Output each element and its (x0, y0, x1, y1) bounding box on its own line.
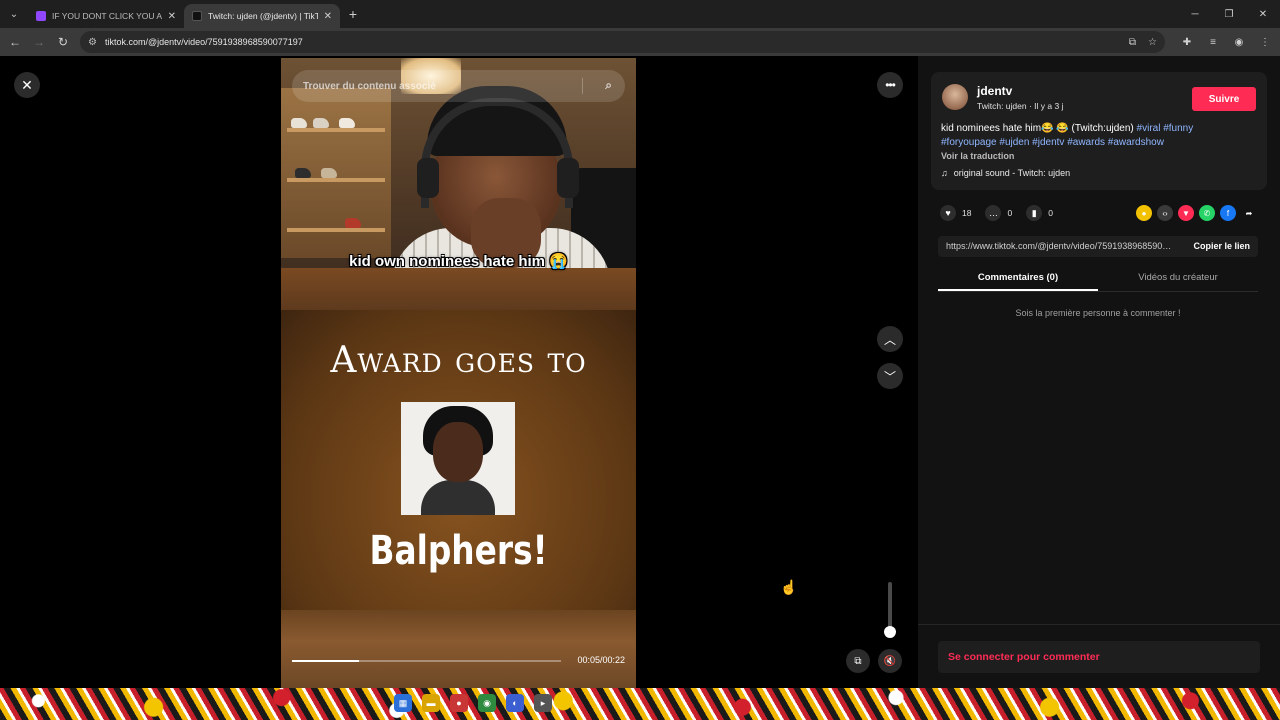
share-link-url[interactable]: https://www.tiktok.com/@jdentv/video/759… (946, 241, 1174, 251)
hashtags[interactable]: #viral #funny (1137, 123, 1194, 134)
tiktok-page: ✕ ••• kid own nominees hate him 😭 Award … (0, 56, 1280, 688)
whatsapp-icon[interactable]: ✆ (1199, 205, 1215, 221)
tab-twitch[interactable]: IF YOU DONT CLICK YOU A PO ✕ (28, 4, 184, 28)
tab-close-icon[interactable]: ✕ (324, 11, 332, 22)
chevron-up-icon[interactable]: ︿ (877, 326, 903, 352)
shoe-shelf (281, 88, 391, 258)
tab-title: IF YOU DONT CLICK YOU A PO (52, 11, 162, 21)
author-name[interactable]: jdentv (977, 84, 1012, 98)
tab-search-icon[interactable]: ⌄ (0, 0, 28, 28)
translate-link[interactable]: Voir la traduction (941, 151, 1014, 161)
coin-icon[interactable]: ● (1136, 205, 1152, 221)
browser-tab-bar: ⌄ IF YOU DONT CLICK YOU A PO ✕ Twitch: u… (0, 0, 1280, 28)
share-link-box: https://www.tiktok.com/@jdentv/video/759… (938, 236, 1258, 257)
restore-icon[interactable]: ❐ (1212, 0, 1246, 28)
comment-button[interactable]: … 0 (985, 205, 1012, 221)
bookmark-icon: ▮ (1026, 205, 1043, 221)
chrome-icon[interactable]: ◉ (478, 694, 496, 712)
empty-comments-message: Sois la première personne à commenter ! (1015, 308, 1181, 318)
comment-login-bar: Se connecter pour commenter (918, 624, 1280, 688)
video-caption: kid own nominees hate him 😭 (349, 253, 568, 270)
award-title: Award goes to (330, 340, 587, 381)
video-description: kid nominees hate him😂 😂 (Twitch:ujden) … (941, 122, 1259, 150)
more-icon[interactable]: ••• (877, 72, 903, 98)
app-icon[interactable]: ● (450, 694, 468, 712)
extensions-icon[interactable]: ✚ (1178, 37, 1196, 48)
details-panel: jdentv Twitch: ujden · Il y a 3 j Suivre… (918, 56, 1280, 688)
media-control-icon[interactable]: ≡ (1204, 37, 1222, 48)
start-icon[interactable]: ▦ (394, 694, 412, 712)
hashtags[interactable]: #foryoupage #ujden #jdentv #awards #awar… (941, 137, 1164, 148)
copy-link-button[interactable]: Copier le lien (1193, 241, 1250, 251)
sound-link[interactable]: ♫ original sound - Twitch: ujden (941, 168, 1070, 178)
facebook-icon[interactable]: f (1220, 205, 1236, 221)
install-app-icon[interactable]: ⧉ (1129, 37, 1136, 48)
engagement-bar: ♥ 18 … 0 ▮ 0 (940, 204, 1067, 222)
video-player[interactable]: kid own nominees hate him 😭 Award goes t… (281, 58, 636, 688)
profile-icon[interactable]: ◉ (1230, 37, 1248, 48)
bookmark-star-icon[interactable]: ☆ (1148, 37, 1157, 48)
browser-toolbar: ← → ↻ ⚙ tiktok.com/@jdentv/video/7591938… (0, 28, 1280, 56)
address-bar[interactable]: ⚙ tiktok.com/@jdentv/video/7591938968590… (80, 31, 1165, 53)
heart-icon: ♥ (940, 205, 956, 221)
progress-bar[interactable] (292, 660, 561, 662)
picture-in-picture-icon[interactable]: ⧉ (846, 649, 870, 673)
browser-menu-icon[interactable]: ⋮ (1256, 37, 1274, 48)
minimize-icon[interactable]: ─ (1178, 0, 1212, 28)
winner-photo (401, 402, 515, 515)
comment-count: 0 (1007, 208, 1013, 218)
search-placeholder: Trouver du contenu associé (303, 80, 436, 92)
tab-tiktok[interactable]: Twitch: ujden (@jdentv) | TikTok ✕ (184, 4, 340, 28)
related-search-input[interactable]: Trouver du contenu associé ⌕ (292, 70, 625, 102)
author-subline: Twitch: ujden · Il y a 3 j (977, 101, 1064, 111)
taskbar-apps: ▦ ▬ ● ◉ ◐ ▸ (394, 694, 552, 712)
share-options: ● ‹› ▼ ✆ f ➦ (1136, 205, 1257, 221)
window-close-icon[interactable]: ✕ (1246, 0, 1280, 28)
taskbar: ▦ ▬ ● ◉ ◐ ▸ (0, 688, 1280, 720)
award-scene: Award goes to Balphers! (281, 310, 636, 688)
new-tab-button[interactable]: + (340, 6, 366, 22)
back-icon[interactable]: ← (3, 30, 27, 54)
discord-icon[interactable]: ◐ (506, 694, 524, 712)
like-count: 18 (962, 208, 972, 218)
video-info-card: jdentv Twitch: ujden · Il y a 3 j Suivre… (931, 72, 1267, 190)
volume-knob[interactable] (884, 626, 896, 638)
close-icon[interactable]: ✕ (14, 72, 40, 98)
tab-comments[interactable]: Commentaires (0) (938, 268, 1098, 291)
file-explorer-icon[interactable]: ▬ (422, 694, 440, 712)
window-controls: ─ ❐ ✕ (1178, 0, 1280, 28)
url-text: tiktok.com/@jdentv/video/759193896859007… (104, 37, 303, 47)
tab-creator-videos[interactable]: Vidéos du créateur (1098, 268, 1258, 291)
hand-cursor-icon: ☝ (780, 579, 798, 595)
twitch-favicon-icon (36, 11, 46, 21)
tiktok-favicon-icon (192, 11, 202, 21)
tab-title: Twitch: ujden (@jdentv) | TikTok (208, 11, 318, 21)
comment-icon: … (985, 205, 1002, 221)
repost-icon[interactable]: ▼ (1178, 205, 1194, 221)
follow-button[interactable]: Suivre (1192, 87, 1256, 111)
chevron-down-icon[interactable]: ﹀ (877, 363, 903, 389)
video-stage: ✕ ••• kid own nominees hate him 😭 Award … (0, 56, 918, 688)
terminal-icon[interactable]: ▸ (534, 694, 552, 712)
login-to-comment-button[interactable]: Se connecter pour commenter (938, 641, 1260, 673)
sound-name: original sound - Twitch: ujden (953, 168, 1071, 178)
avatar[interactable] (942, 84, 968, 110)
mute-icon[interactable]: 🔇 (878, 649, 902, 673)
search-icon[interactable]: ⌕ (605, 78, 612, 93)
embed-icon[interactable]: ‹› (1157, 205, 1173, 221)
progress-fill (292, 660, 360, 662)
like-button[interactable]: ♥ 18 (940, 205, 971, 221)
tab-close-icon[interactable]: ✕ (168, 11, 176, 22)
playback-time: 00:05/00:22 (577, 655, 625, 665)
music-note-icon: ♫ (941, 168, 948, 178)
share-arrow-icon[interactable]: ➦ (1241, 205, 1257, 221)
save-count: 0 (1048, 208, 1053, 218)
site-info-icon[interactable]: ⚙ (88, 37, 97, 48)
winner-name: Balphers! (369, 528, 548, 574)
forward-icon[interactable]: → (27, 30, 51, 54)
panel-tabs: Commentaires (0) Vidéos du créateur (938, 268, 1258, 292)
description-text: kid nominees hate him😂 😂 (Twitch:ujden) (941, 123, 1137, 134)
save-button[interactable]: ▮ 0 (1026, 205, 1053, 221)
reload-icon[interactable]: ↻ (51, 30, 75, 54)
